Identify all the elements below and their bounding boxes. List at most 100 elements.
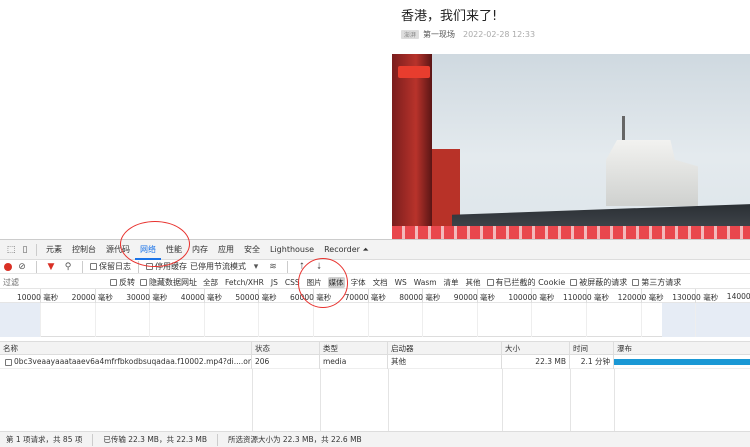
overview-gridline xyxy=(477,303,478,337)
request-table-empty-area xyxy=(0,369,750,431)
timeline-tick-label: 100000 毫秒 xyxy=(508,292,554,303)
network-toolbar: ⊘ ▼ ⚲ 保留日志 停用缓存 已停用节流模式 ▾ ≋ ⭡ ⭣ xyxy=(0,260,750,274)
annotation-circle-media-filter xyxy=(298,258,348,308)
filter-type-fetch-xhr[interactable]: Fetch/XHR xyxy=(224,278,265,287)
file-icon xyxy=(5,359,12,366)
blocked-requests-label: 被屏蔽的请求 xyxy=(579,278,627,287)
record-icon[interactable] xyxy=(4,263,12,271)
timeline-tick-label: 90000 毫秒 xyxy=(454,292,495,303)
tab-security[interactable]: 安全 xyxy=(239,240,265,260)
overview-selection-left[interactable] xyxy=(0,303,40,337)
filter-type-all[interactable]: 全部 xyxy=(202,277,219,288)
filter-type-doc[interactable]: 文档 xyxy=(372,277,389,288)
overview-gridline xyxy=(95,303,96,337)
timeline-tick-label: 30000 毫秒 xyxy=(126,292,167,303)
column-type[interactable]: 类型 xyxy=(320,342,388,356)
request-name: 0bc3veaayaaataaev6a4mfrfbkodbsuqadaa.f10… xyxy=(14,357,252,366)
tab-recorder[interactable]: Recorder ⏶ xyxy=(319,240,374,260)
request-size: 22.3 MB xyxy=(502,355,570,369)
timeline-tick-label: 10000 毫秒 xyxy=(17,292,58,303)
overview-selection-right[interactable] xyxy=(662,303,750,337)
network-conditions-icon[interactable]: ≋ xyxy=(266,260,280,274)
article-title: 香港，我们来了! xyxy=(401,5,497,24)
filter-type-ws[interactable]: WS xyxy=(394,278,408,287)
column-size[interactable]: 大小 xyxy=(502,342,570,356)
overview-gridline xyxy=(204,303,205,337)
overview-gridline xyxy=(695,303,696,337)
overview-gridline xyxy=(313,303,314,337)
request-count: 第 1 项请求，共 85 项 xyxy=(6,434,82,445)
overview-gridline xyxy=(258,303,259,337)
chevron-down-icon[interactable]: ▾ xyxy=(249,260,263,274)
timeline-tick-label: 140000 xyxy=(727,292,750,301)
request-status: 206 xyxy=(252,355,320,369)
timeline-tick-label: 110000 毫秒 xyxy=(563,292,609,303)
timeline-ruler[interactable]: 10000 毫秒 20000 毫秒 30000 毫秒 40000 毫秒 50000 毫秒… xyxy=(0,289,750,303)
throttling-select[interactable]: 已停用节流模式 xyxy=(190,261,246,272)
inspect-element-icon[interactable]: ⬚ xyxy=(4,243,18,257)
transferred-size: 已传输 22.3 MB，共 22.3 MB xyxy=(103,434,207,445)
column-time[interactable]: 时间 xyxy=(570,342,614,356)
clear-icon[interactable]: ⊘ xyxy=(15,260,29,274)
annotation-circle-network-tab xyxy=(120,221,190,267)
divider xyxy=(217,434,218,446)
tab-memory[interactable]: 内存 xyxy=(187,240,213,260)
filter-type-font[interactable]: 字体 xyxy=(350,277,367,288)
overview-gridline xyxy=(422,303,423,337)
request-name-cell[interactable]: 0bc3veaayaaataaev6a4mfrfbkodbsuqadaa.f10… xyxy=(0,355,252,369)
filter-type-wasm[interactable]: Wasm xyxy=(413,278,438,287)
devtools-tab-bar: ⬚ ▯ 元素 控制台 源代码 网络 性能 内存 应用 安全 Lighthouse… xyxy=(0,240,750,260)
column-name[interactable]: 名称 xyxy=(0,342,252,356)
timeline-tick-label: 80000 毫秒 xyxy=(399,292,440,303)
filter-icon[interactable]: ▼ xyxy=(44,260,58,274)
device-toolbar-icon[interactable]: ▯ xyxy=(18,243,32,257)
hide-data-urls-label: 隐藏数据网址 xyxy=(149,278,197,287)
tab-application[interactable]: 应用 xyxy=(213,240,239,260)
tab-console[interactable]: 控制台 xyxy=(67,240,101,260)
preserve-log-label: 保留日志 xyxy=(99,262,131,271)
column-waterfall[interactable]: 瀑布 xyxy=(614,342,750,356)
overview-gridline xyxy=(149,303,150,337)
overview-gridline xyxy=(368,303,369,337)
resource-size: 所选资源大小为 22.3 MB，共 22.6 MB xyxy=(228,434,362,445)
column-initiator[interactable]: 启动器 xyxy=(388,342,502,356)
search-icon[interactable]: ⚲ xyxy=(61,260,75,274)
blocked-cookies-checkbox[interactable]: 有已拦截的 Cookie xyxy=(487,277,566,288)
timeline-tick-label: 20000 毫秒 xyxy=(72,292,113,303)
request-time: 2.1 分钟 xyxy=(570,355,614,369)
timeline-overview[interactable] xyxy=(0,303,750,337)
invert-checkbox[interactable]: 反转 xyxy=(110,277,135,288)
blocked-requests-checkbox[interactable]: 被屏蔽的请求 xyxy=(570,277,627,288)
divider xyxy=(36,244,37,256)
request-type: media xyxy=(320,355,388,369)
source-logo: 澎湃 xyxy=(401,30,419,39)
timeline-tick-label: 50000 毫秒 xyxy=(235,292,276,303)
devtools-panel: ⬚ ▯ 元素 控制台 源代码 网络 性能 内存 应用 安全 Lighthouse… xyxy=(0,239,750,446)
waterfall-bar xyxy=(614,359,750,365)
timeline-tick-label: 130000 毫秒 xyxy=(672,292,718,303)
article-photo xyxy=(392,54,750,240)
timeline-tick-label: 40000 毫秒 xyxy=(181,292,222,303)
tab-lighthouse[interactable]: Lighthouse xyxy=(265,240,319,260)
third-party-checkbox[interactable]: 第三方请求 xyxy=(632,277,681,288)
filter-type-js[interactable]: JS xyxy=(270,278,279,287)
overview-gridline xyxy=(641,303,642,337)
article-meta: 澎湃 第一现场 2022-02-28 12:33 xyxy=(401,28,535,40)
column-status[interactable]: 状态 xyxy=(252,342,320,356)
request-table-header: 名称 状态 类型 启动器 大小 时间 瀑布 xyxy=(0,341,750,355)
overview-gridline xyxy=(586,303,587,337)
divider xyxy=(287,261,288,273)
divider xyxy=(36,261,37,273)
tab-elements[interactable]: 元素 xyxy=(41,240,67,260)
filter-type-manifest[interactable]: 清单 xyxy=(443,277,460,288)
overview-gridline xyxy=(40,303,41,337)
overview-gridline xyxy=(531,303,532,337)
filter-type-other[interactable]: 其他 xyxy=(465,277,482,288)
hide-data-urls-checkbox[interactable]: 隐藏数据网址 xyxy=(140,277,197,288)
filter-input[interactable]: 过滤 xyxy=(3,277,19,288)
status-bar: 第 1 项请求，共 85 项 已传输 22.3 MB，共 22.3 MB 所选资… xyxy=(0,431,750,447)
divider xyxy=(82,261,83,273)
source-name[interactable]: 第一现场 xyxy=(423,29,455,40)
table-row[interactable]: 0bc3veaayaaataaev6a4mfrfbkodbsuqadaa.f10… xyxy=(0,355,750,369)
preserve-log-checkbox[interactable]: 保留日志 xyxy=(90,261,131,272)
